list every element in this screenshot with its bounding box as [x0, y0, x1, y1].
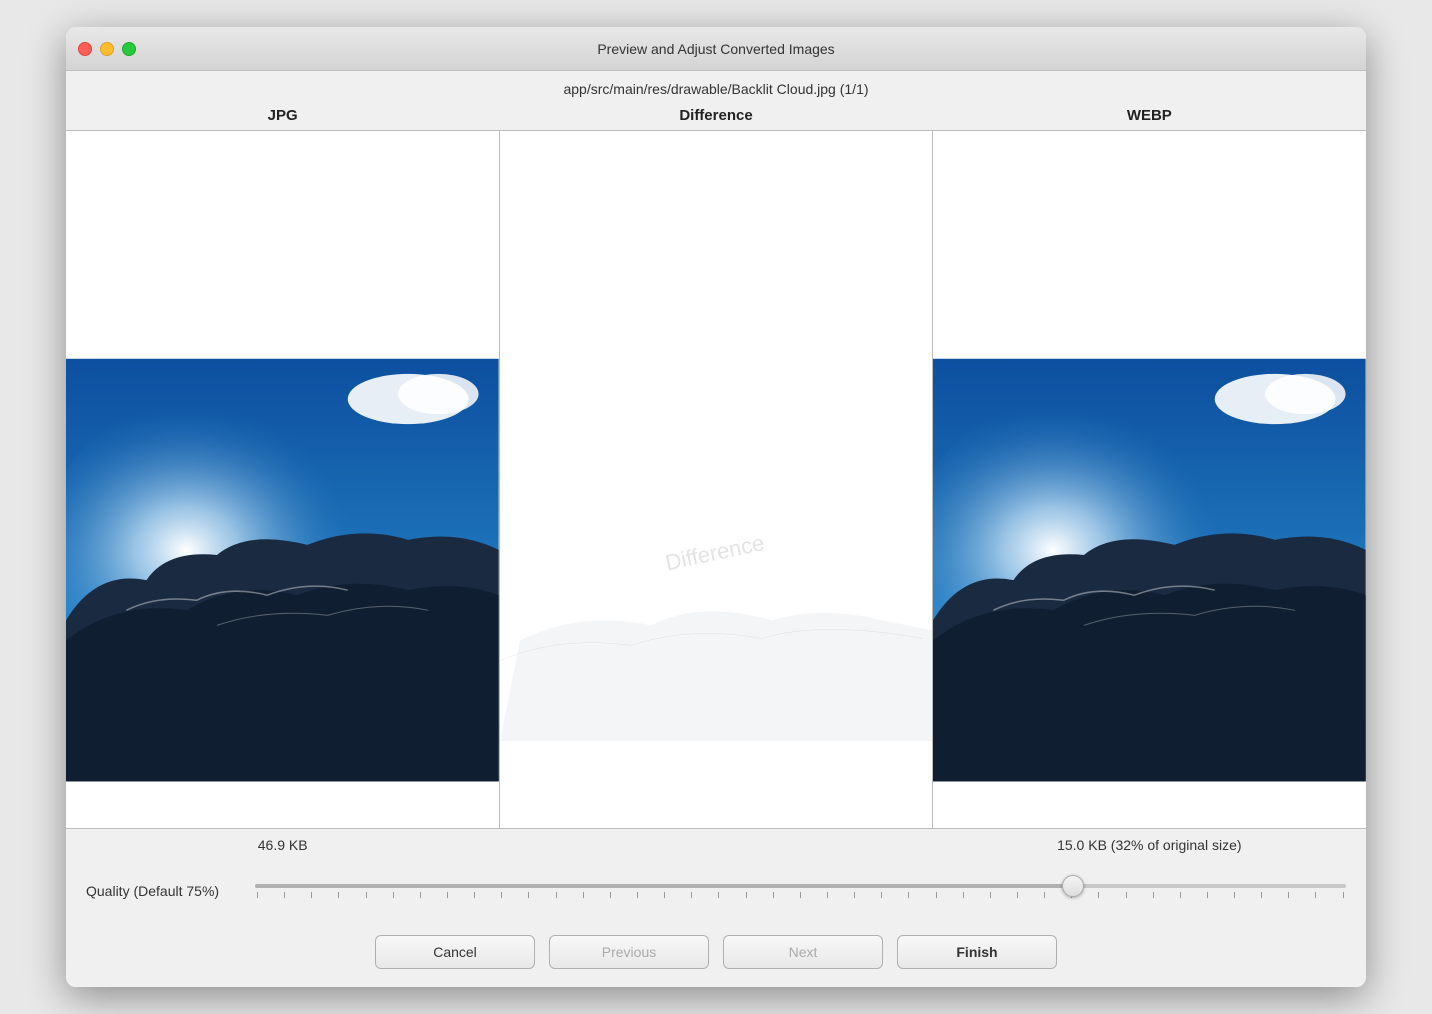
window-title: Preview and Adjust Converted Images [597, 41, 834, 57]
slider-ticks [255, 892, 1346, 898]
slider-fill [255, 884, 1073, 888]
close-button[interactable] [78, 42, 92, 56]
jpg-size: 46.9 KB [66, 837, 499, 853]
diff-column-header: Difference [499, 107, 932, 124]
quality-slider-thumb[interactable] [1062, 875, 1084, 897]
jpg-column-header: JPG [66, 107, 499, 124]
webp-panel [933, 131, 1366, 828]
file-info-row: 46.9 KB 15.0 KB (32% of original size) [66, 828, 1366, 861]
main-window: Preview and Adjust Converted Images app/… [66, 27, 1366, 987]
column-headers: JPG Difference WEBP [66, 103, 1366, 130]
next-button[interactable]: Next [723, 935, 883, 969]
previous-button[interactable]: Previous [549, 935, 709, 969]
file-subtitle: app/src/main/res/drawable/Backlit Cloud.… [66, 71, 1366, 103]
jpg-image [66, 131, 499, 828]
diff-panel: Difference [500, 131, 934, 828]
webp-image [933, 131, 1366, 828]
quality-label: Quality (Default 75%) [86, 883, 241, 899]
quality-row: Quality (Default 75%) [66, 861, 1366, 925]
quality-slider-container [255, 871, 1346, 911]
diff-image: Difference [500, 131, 933, 828]
finish-button[interactable]: Finish [897, 935, 1057, 969]
webp-column-header: WEBP [933, 107, 1366, 124]
traffic-lights [78, 42, 136, 56]
maximize-button[interactable] [122, 42, 136, 56]
slider-track [255, 884, 1346, 888]
jpg-panel [66, 131, 500, 828]
image-area: Difference [66, 130, 1366, 828]
buttons-row: Cancel Previous Next Finish [66, 925, 1366, 987]
minimize-button[interactable] [100, 42, 114, 56]
diff-size [499, 837, 932, 853]
title-bar: Preview and Adjust Converted Images [66, 27, 1366, 71]
cancel-button[interactable]: Cancel [375, 935, 535, 969]
webp-size: 15.0 KB (32% of original size) [933, 837, 1366, 853]
